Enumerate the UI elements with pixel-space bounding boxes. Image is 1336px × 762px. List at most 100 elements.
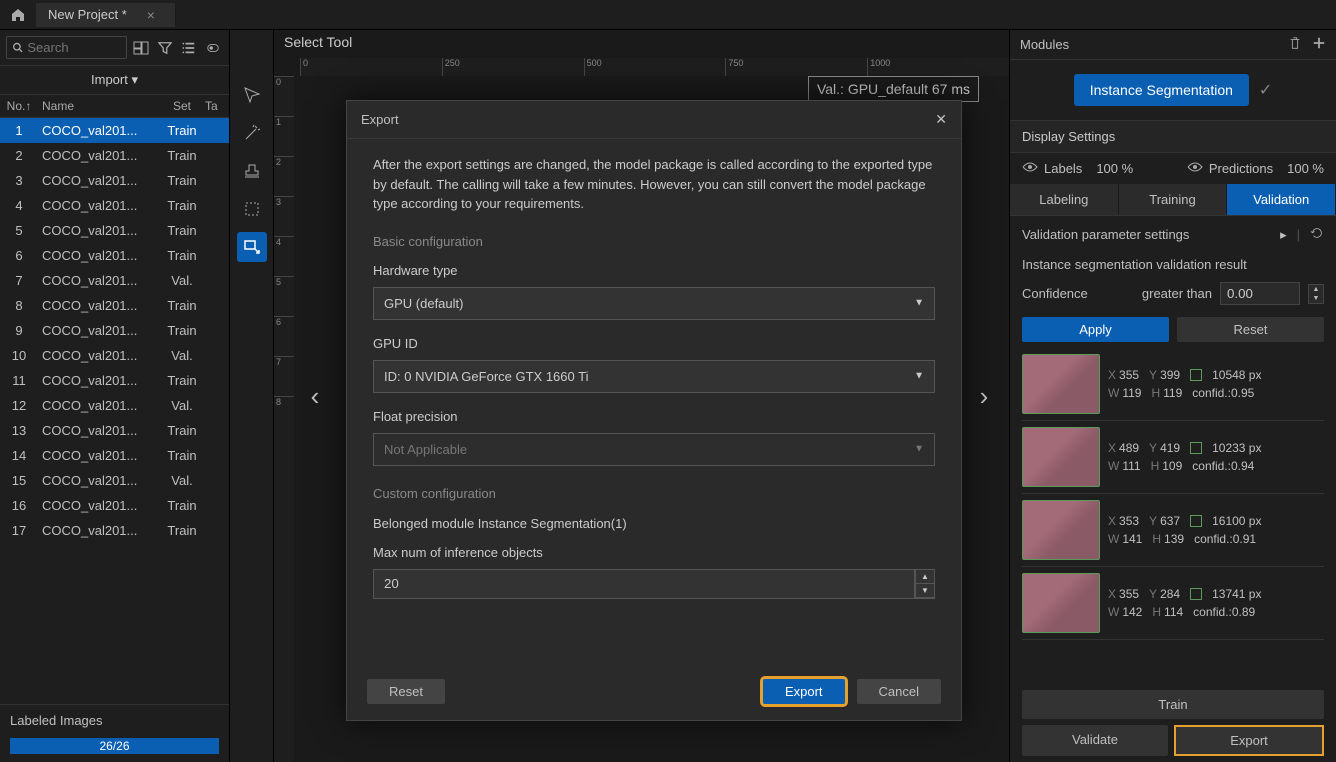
thumbnail — [1022, 573, 1100, 633]
modal-cancel-button[interactable]: Cancel — [857, 679, 941, 704]
stamp-tool-icon[interactable] — [237, 156, 267, 186]
module-pill[interactable]: Instance Segmentation — [1074, 74, 1249, 106]
filter-icon[interactable] — [155, 38, 175, 58]
gpu-id-select[interactable]: ID: 0 NVIDIA GeForce GTX 1660 Ti▼ — [373, 360, 935, 394]
tab-validation[interactable]: Validation — [1227, 184, 1336, 215]
apply-button[interactable]: Apply — [1022, 317, 1169, 342]
table-row[interactable]: 14COCO_val201...Train — [0, 443, 229, 468]
modal-intro-text: After the export settings are changed, t… — [373, 155, 935, 214]
table-row[interactable]: 6COCO_val201...Train — [0, 243, 229, 268]
list-icon[interactable] — [179, 38, 199, 58]
progress-label: 26/26 — [10, 738, 219, 754]
max-num-input[interactable] — [373, 569, 915, 599]
add-icon[interactable] — [1312, 36, 1326, 53]
spin-up-icon[interactable]: ▲ — [916, 570, 934, 584]
home-icon[interactable] — [8, 5, 28, 25]
rect-tool-icon[interactable] — [237, 232, 267, 262]
th-no[interactable]: No.↑ — [0, 99, 38, 113]
table-row[interactable]: 2COCO_val201...Train — [0, 143, 229, 168]
table-row[interactable]: 7COCO_val201...Val. — [0, 268, 229, 293]
reset-button-right[interactable]: Reset — [1177, 317, 1324, 342]
table-row[interactable]: 4COCO_val201...Train — [0, 193, 229, 218]
modules-title: Modules — [1020, 37, 1069, 52]
table-row[interactable]: 8COCO_val201...Train — [0, 293, 229, 318]
th-ta[interactable]: Ta — [205, 99, 229, 113]
modal-reset-button[interactable]: Reset — [367, 679, 445, 704]
next-image-icon[interactable]: › — [969, 366, 999, 426]
wand-tool-icon[interactable] — [237, 118, 267, 148]
view-mode-icon[interactable] — [131, 38, 151, 58]
table-row[interactable]: 17COCO_val201...Train — [0, 518, 229, 543]
th-set[interactable]: Set — [159, 99, 205, 113]
checkbox[interactable] — [1190, 515, 1202, 527]
validation-param-label: Validation parameter settings — [1022, 227, 1189, 242]
display-settings-title: Display Settings — [1010, 120, 1336, 153]
table-row[interactable]: 12COCO_val201...Val. — [0, 393, 229, 418]
labels-label: Labels — [1044, 161, 1082, 176]
select-tool-icon[interactable] — [237, 80, 267, 110]
predictions-percent: 100 % — [1287, 161, 1324, 176]
table-row[interactable]: 16COCO_val201...Train — [0, 493, 229, 518]
float-precision-label: Float precision — [373, 407, 935, 427]
train-button[interactable]: Train — [1022, 690, 1324, 719]
labels-percent: 100 % — [1096, 161, 1133, 176]
modal-title: Export — [361, 112, 399, 127]
th-name[interactable]: Name — [38, 99, 159, 113]
basic-config-header: Basic configuration — [373, 232, 935, 252]
history-icon[interactable] — [1310, 226, 1324, 243]
belonged-module-label: Belonged module Instance Segmentation(1) — [373, 514, 935, 534]
table-header: No.↑ Name Set Ta — [0, 95, 229, 118]
expand-icon[interactable]: ▸ — [1280, 227, 1287, 243]
toggle-icon[interactable] — [203, 38, 223, 58]
thumbnail — [1022, 500, 1100, 560]
table-row[interactable]: 9COCO_val201...Train — [0, 318, 229, 343]
checkbox[interactable] — [1190, 369, 1202, 381]
tab-training[interactable]: Training — [1119, 184, 1228, 215]
prev-image-icon[interactable]: ‹ — [300, 366, 330, 426]
hardware-type-label: Hardware type — [373, 261, 935, 281]
chevron-down-icon: ▼ — [914, 369, 924, 384]
center-title: Select Tool — [274, 30, 1009, 54]
result-row[interactable]: X 353Y 63716100 pxW 141H 139confid.:0.91 — [1022, 494, 1324, 567]
table-row[interactable]: 3COCO_val201...Train — [0, 168, 229, 193]
table-row[interactable]: 15COCO_val201...Val. — [0, 468, 229, 493]
modal-export-button[interactable]: Export — [763, 679, 845, 704]
delete-icon[interactable] — [1288, 36, 1302, 53]
import-dropdown[interactable]: Import ▾ — [0, 66, 229, 95]
spin-down-icon[interactable]: ▼ — [916, 584, 934, 598]
check-icon: ✓ — [1259, 80, 1272, 100]
project-tab[interactable]: New Project * × — [36, 3, 176, 27]
spin-up-icon[interactable]: ▲ — [1309, 285, 1323, 294]
thumbnail — [1022, 354, 1100, 414]
checkbox[interactable] — [1190, 442, 1202, 454]
export-button-highlighted[interactable]: Export — [1174, 725, 1324, 756]
float-precision-select: Not Applicable▼ — [373, 433, 935, 467]
table-row[interactable]: 13COCO_val201...Train — [0, 418, 229, 443]
table-row[interactable]: 5COCO_val201...Train — [0, 218, 229, 243]
marquee-tool-icon[interactable] — [237, 194, 267, 224]
table-row[interactable]: 11COCO_val201...Train — [0, 368, 229, 393]
max-num-label: Max num of inference objects — [373, 543, 935, 563]
result-row[interactable]: X 355Y 28413741 pxW 142H 114confid.:0.89 — [1022, 567, 1324, 640]
confidence-input[interactable] — [1220, 282, 1300, 305]
tab-labeling[interactable]: Labeling — [1010, 184, 1119, 215]
table-row[interactable]: 1COCO_val201...Train — [0, 118, 229, 143]
custom-config-header: Custom configuration — [373, 484, 935, 504]
result-row[interactable]: X 355Y 39910548 pxW 119H 119confid.:0.95 — [1022, 348, 1324, 421]
checkbox[interactable] — [1190, 588, 1202, 600]
search-input-wrap[interactable] — [6, 36, 127, 59]
result-row[interactable]: X 489Y 41910233 pxW 111H 109confid.:0.94 — [1022, 421, 1324, 494]
greater-than-label: greater than — [1142, 286, 1212, 301]
ruler-horizontal: 02505007501000 — [300, 58, 1009, 76]
modal-close-icon[interactable]: ✕ — [935, 111, 947, 128]
eye-icon[interactable] — [1187, 161, 1203, 176]
table-row[interactable]: 10COCO_val201...Val. — [0, 343, 229, 368]
spin-down-icon[interactable]: ▼ — [1309, 294, 1323, 303]
close-icon[interactable]: × — [147, 7, 155, 23]
chevron-down-icon: ▼ — [914, 442, 924, 457]
eye-icon[interactable] — [1022, 161, 1038, 176]
validate-button[interactable]: Validate — [1022, 725, 1168, 756]
modules-panel: Modules Instance Segmentation ✓ Display … — [1010, 30, 1336, 762]
search-input[interactable] — [27, 40, 120, 55]
hardware-type-select[interactable]: GPU (default)▼ — [373, 287, 935, 321]
